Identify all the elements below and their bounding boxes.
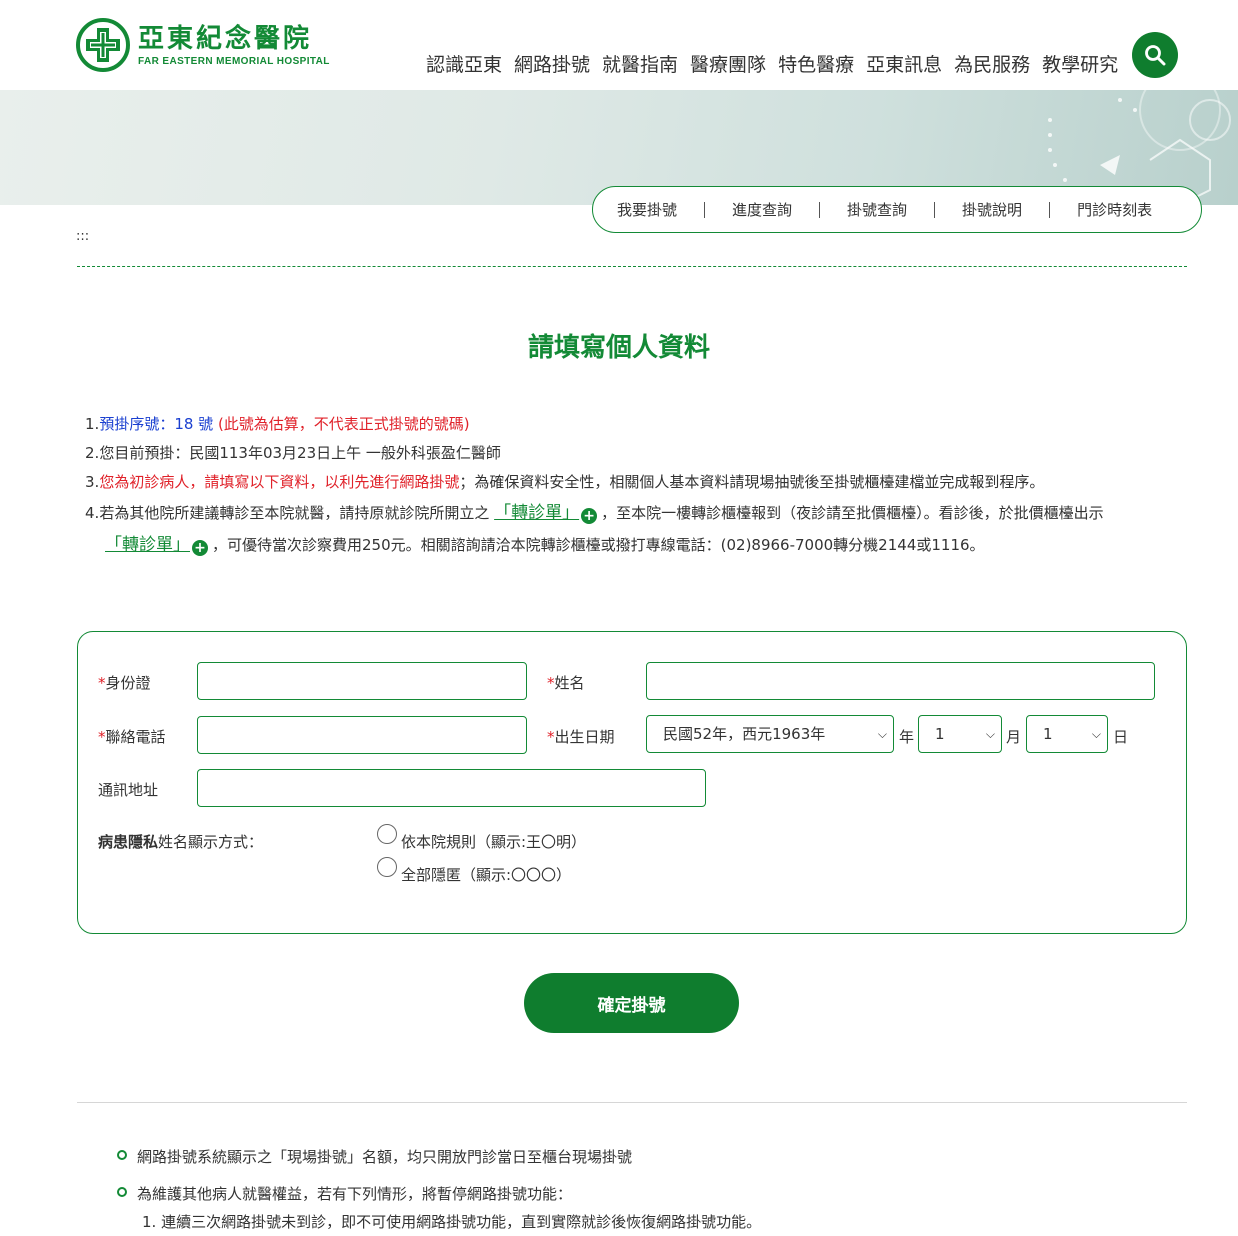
dashed-divider xyxy=(77,266,1187,267)
note-2: 2.您目前預掛：民國113年03月23日上午 一般外科張盈仁醫師 xyxy=(85,444,501,462)
nav-item-specialty[interactable]: 特色醫療 xyxy=(778,50,854,77)
nav-item-public-service[interactable]: 為民服務 xyxy=(954,50,1030,77)
plus-circle-icon[interactable]: + xyxy=(581,508,598,524)
birth-date-label: *出生日期 xyxy=(547,728,615,746)
appointment-info: 您目前預掛：民國113年03月23日上午 一般外科張盈仁醫師 xyxy=(99,444,501,462)
main-nav: 認識亞東 網路掛號 就醫指南 醫療團隊 特色醫療 亞東訊息 為民服務 教學研究 xyxy=(420,50,1124,77)
registration-sub-nav: 我要掛號 進度查詢 掛號查詢 掛號說明 門診時刻表 xyxy=(592,186,1202,233)
footer-note-2-item-1: 1. 連續三次網路掛號未到診，即不可使用網路掛號功能，直到實際就診後恢復網路掛號… xyxy=(142,1213,762,1231)
note-4: 4.若為其他院所建議轉診至本院就醫，請持原就診院所開立之 「轉診單」 + ，至本院一… xyxy=(85,503,1104,556)
name-input[interactable] xyxy=(646,662,1155,700)
note-1: 1.預掛序號：18 號 (此號為估算，不代表正式掛號的號碼) xyxy=(85,415,470,433)
footer-note-1: 網路掛號系統顯示之「現場掛號」名額，均只開放門診當日至櫃台現場掛號 xyxy=(137,1148,633,1166)
section-divider xyxy=(77,1102,1187,1103)
first-visit-notice: 您為初診病人，請填寫以下資料，以利先進行網路掛號 xyxy=(99,473,460,491)
nav-item-teaching-research[interactable]: 教學研究 xyxy=(1042,50,1118,77)
registration-notes: 1.預掛序號：18 號 (此號為估算，不代表正式掛號的號碼) 2.您目前預掛：民… xyxy=(85,410,1185,561)
logo-chinese-name: 亞東紀念醫院 xyxy=(138,23,313,54)
name-label: *姓名 xyxy=(547,674,585,692)
phone-input[interactable] xyxy=(197,716,527,754)
tab-registration-query[interactable]: 掛號查詢 xyxy=(847,199,907,220)
birth-year-select[interactable]: 民國52年，西元1963年 ⌵ xyxy=(646,715,894,753)
tab-clinic-schedule[interactable]: 門診時刻表 xyxy=(1077,199,1152,220)
phone-label: *聯絡電話 xyxy=(98,728,166,746)
nav-item-about[interactable]: 認識亞東 xyxy=(426,50,502,77)
confirm-registration-button[interactable]: 確定掛號 xyxy=(524,973,739,1033)
address-input[interactable] xyxy=(197,769,706,807)
site-header: 亞東紀念醫院 FAR EASTERN MEMORIAL HOSPITAL 認識亞… xyxy=(0,0,1238,90)
breadcrumb[interactable]: ::: xyxy=(76,229,89,244)
day-unit: 日 xyxy=(1113,728,1129,746)
referral-form-link[interactable]: 「轉診單」 xyxy=(494,503,579,523)
divider xyxy=(819,201,821,218)
tab-registration-info[interactable]: 掛號說明 xyxy=(962,199,1022,220)
privacy-rule-radio[interactable] xyxy=(377,824,397,844)
page-title: 請填寫個人資料 xyxy=(527,333,710,363)
data-security-notice: ；為確保資料安全性，相關個人基本資料請現場抽號後至掛號櫃檯建檔並完成報到程序。 xyxy=(459,473,1045,491)
referral-form-link-2[interactable]: 「轉診單」 xyxy=(105,535,190,555)
month-unit: 月 xyxy=(1006,728,1022,746)
privacy-label: 病患隱私姓名顯示方式： xyxy=(98,833,264,851)
nav-item-news[interactable]: 亞東訊息 xyxy=(866,50,942,77)
note-3: 3.您為初診病人，請填寫以下資料，以利先進行網路掛號；為確保資料安全性，相關個人… xyxy=(85,473,1045,491)
privacy-rule-label[interactable]: 依本院規則（顯示:王〇明） xyxy=(401,831,586,852)
chevron-down-icon: ⌵ xyxy=(1091,727,1101,741)
address-label: 通訊地址 xyxy=(98,781,159,799)
divider xyxy=(934,201,936,218)
birth-day-select[interactable]: 1 ⌵ xyxy=(1026,715,1108,753)
search-icon xyxy=(1145,45,1166,66)
birth-month-select[interactable]: 1 ⌵ xyxy=(918,715,1002,753)
id-number-input[interactable] xyxy=(197,662,527,700)
tab-register[interactable]: 我要掛號 xyxy=(617,199,677,220)
divider xyxy=(1049,201,1051,218)
queue-number-disclaimer: (此號為估算，不代表正式掛號的號碼) xyxy=(217,415,470,433)
chevron-down-icon: ⌵ xyxy=(877,727,887,741)
search-button[interactable] xyxy=(1132,32,1178,78)
chevron-down-icon: ⌵ xyxy=(985,727,995,741)
tab-progress-query[interactable]: 進度查詢 xyxy=(732,199,792,220)
bullet-icon xyxy=(117,1187,127,1197)
nav-item-medical-team[interactable]: 醫療團隊 xyxy=(690,50,766,77)
id-number-label: *身份證 xyxy=(98,674,151,692)
bullet-icon xyxy=(117,1150,127,1160)
privacy-hide-all-label[interactable]: 全部隱匿（顯示:〇〇〇） xyxy=(401,864,571,885)
plus-circle-icon[interactable]: + xyxy=(192,540,208,556)
queue-number: 預掛序號：18 號 xyxy=(99,415,214,433)
nav-item-online-registration[interactable]: 網路掛號 xyxy=(514,50,590,77)
year-unit: 年 xyxy=(899,728,915,746)
hospital-cross-icon xyxy=(76,18,130,72)
divider xyxy=(704,201,706,218)
privacy-hide-all-radio[interactable] xyxy=(377,857,397,877)
nav-item-medical-guide[interactable]: 就醫指南 xyxy=(602,50,678,77)
footer-note-2: 為維護其他病人就醫權益，若有下列情形，將暫停網路掛號功能： xyxy=(137,1185,573,1203)
hospital-logo[interactable]: 亞東紀念醫院 FAR EASTERN MEMORIAL HOSPITAL xyxy=(76,18,330,72)
logo-english-name: FAR EASTERN MEMORIAL HOSPITAL xyxy=(138,55,330,67)
